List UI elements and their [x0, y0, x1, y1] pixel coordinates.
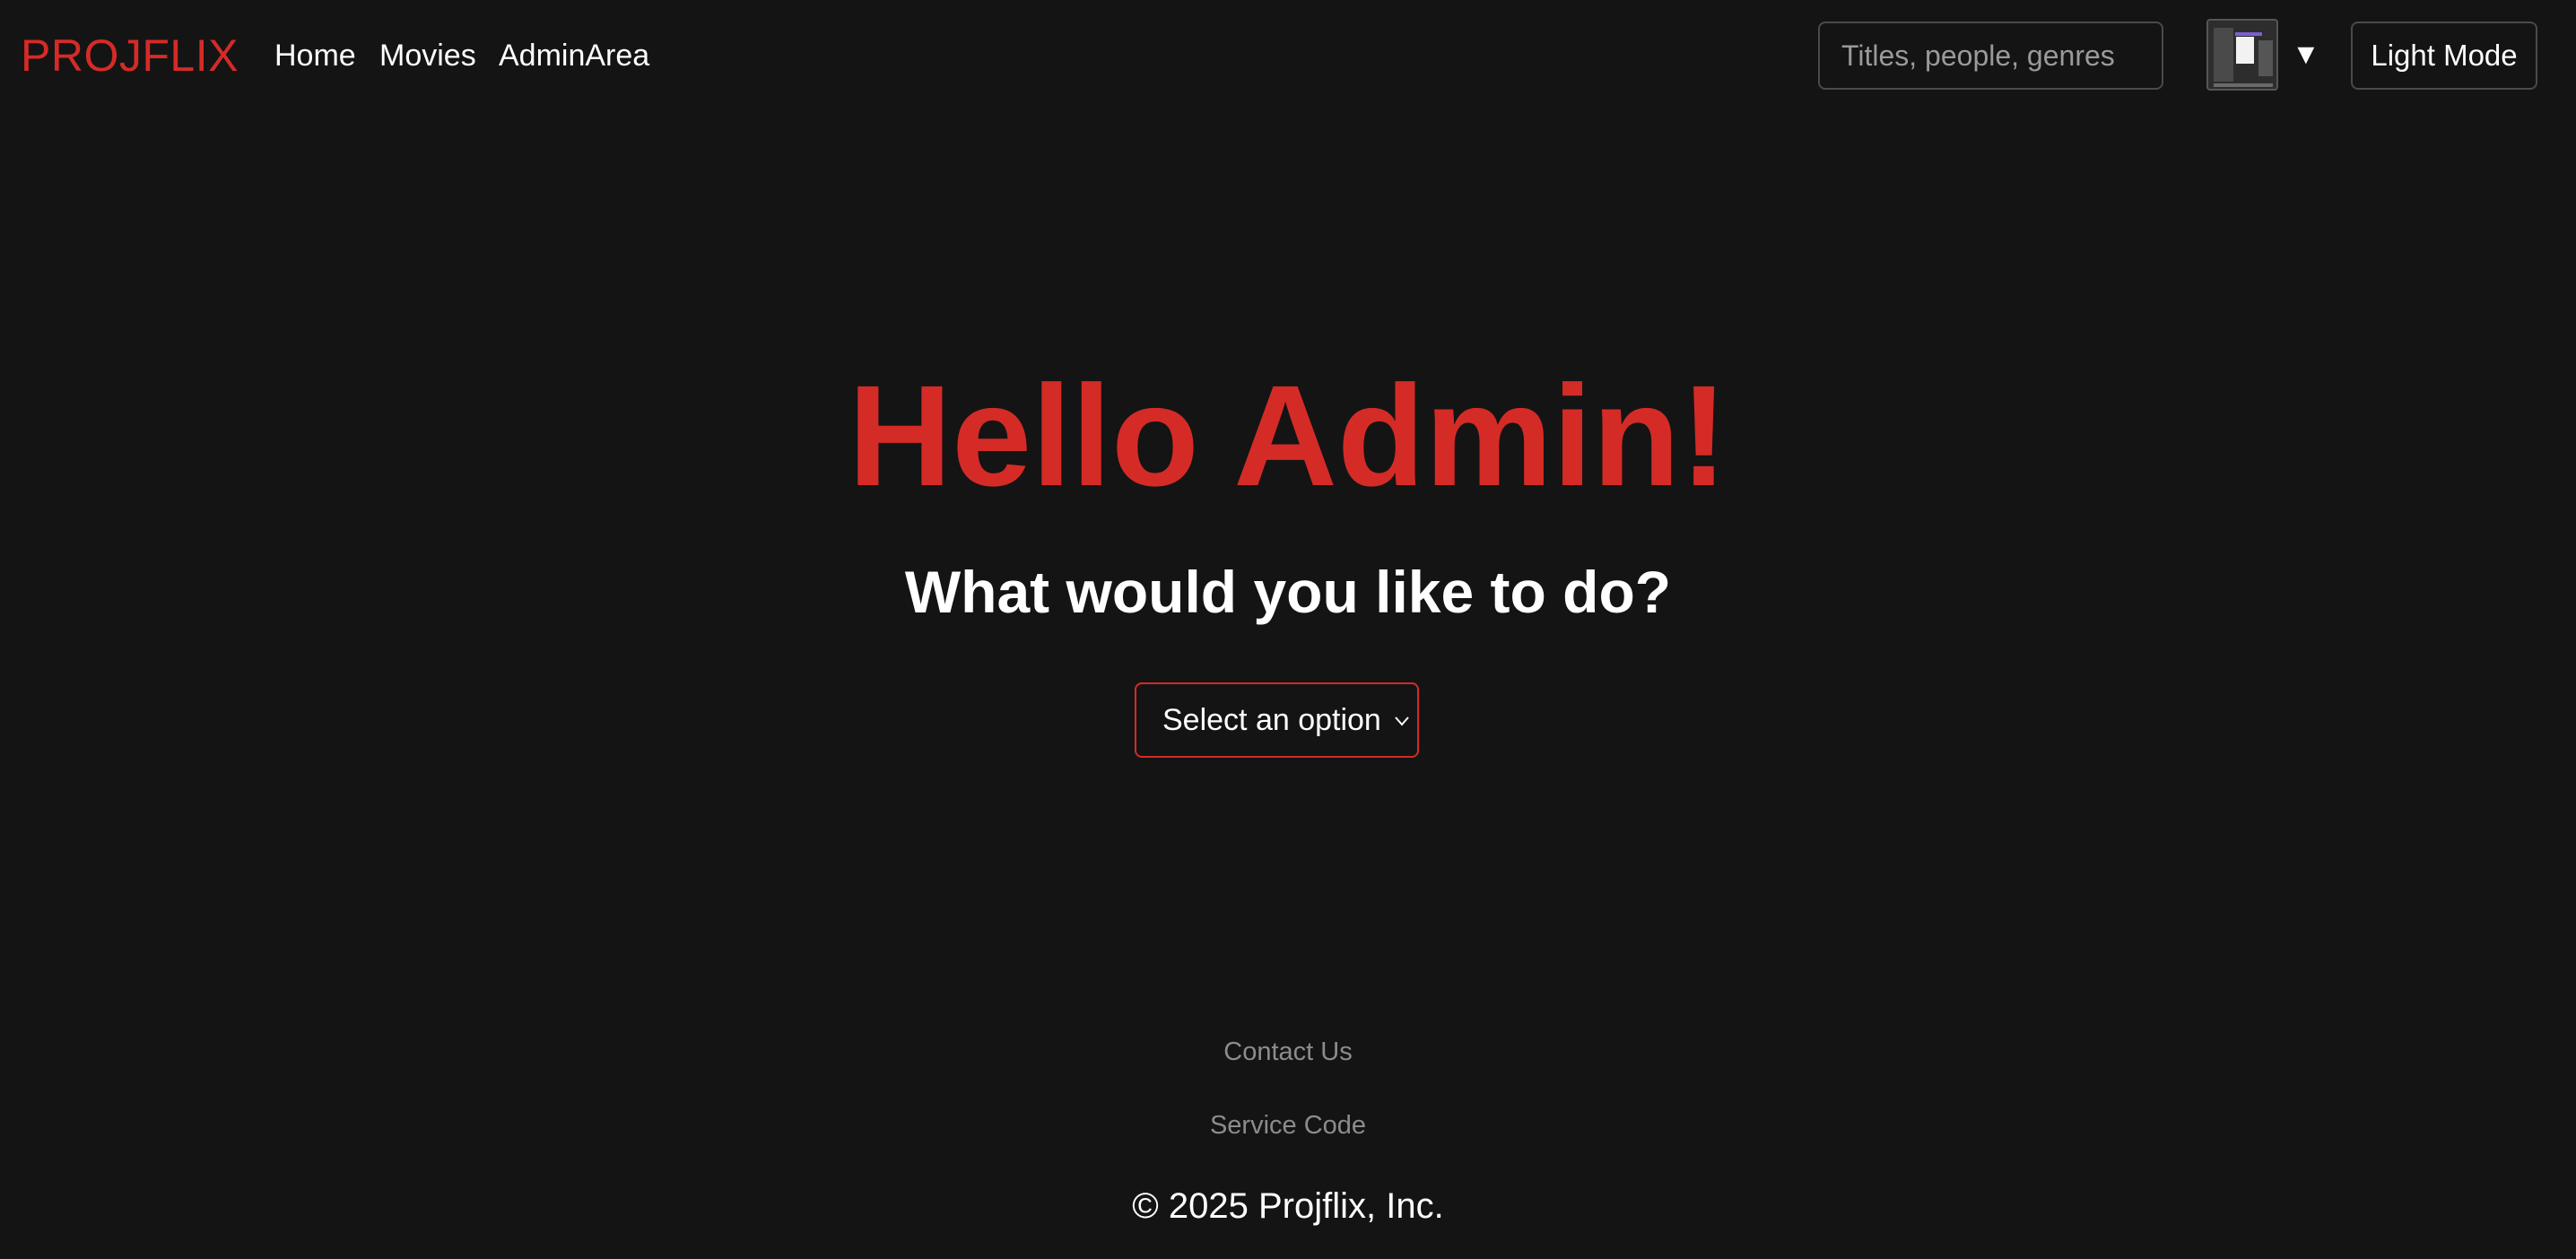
action-select-value: Select an option — [1162, 703, 1381, 737]
copyright-text: © 2025 Projflix, Inc. — [1132, 1186, 1444, 1226]
question-subheading: What would you like to do? — [904, 559, 1672, 625]
contact-us-link[interactable]: Contact Us — [0, 1036, 2576, 1068]
light-mode-toggle-button[interactable]: Light Mode — [2351, 22, 2537, 90]
site-header: PROJFLIX Home Movies AdminArea ▼ Light M… — [0, 0, 2576, 111]
nav-home-link[interactable]: Home — [274, 36, 356, 75]
projflix-logo[interactable]: PROJFLIX — [21, 29, 239, 82]
search-input[interactable] — [1818, 22, 2163, 90]
profile-avatar[interactable] — [2206, 19, 2278, 91]
action-select[interactable]: Select an option — [1135, 682, 1419, 758]
nav-adminarea-link[interactable]: AdminArea — [499, 36, 649, 75]
service-code-link[interactable]: Service Code — [0, 1109, 2576, 1142]
chevron-down-icon — [1395, 716, 1409, 726]
greeting-heading: Hello Admin! — [848, 355, 1728, 516]
nav-movies-link[interactable]: Movies — [379, 36, 476, 75]
profile-dropdown-caret-icon[interactable]: ▼ — [2292, 34, 2320, 74]
